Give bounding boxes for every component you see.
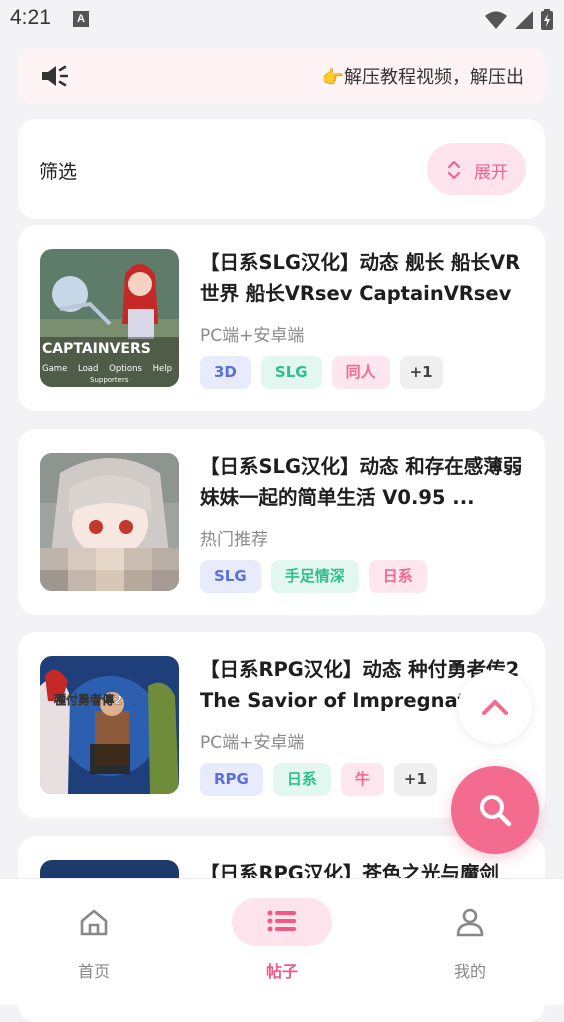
post-card[interactable]: 【日系SLG汉化】动态 和存在感薄弱妹妹一起的简单生活 V0.95 ... 热门… [18, 429, 545, 615]
expand-label: 展开 [474, 163, 508, 183]
status-time: 4:21 [10, 6, 51, 29]
post-thumbnail[interactable]: CAPTAINVERS Game Load Options Help Suppo… [40, 249, 179, 387]
tag[interactable]: 手足情深 [270, 560, 359, 593]
tag[interactable]: SLG [200, 560, 261, 593]
post-subtitle: PC端+安卓端 [200, 326, 305, 346]
post-title[interactable]: 【日系SLG汉化】动态 舰长 船长VR世界 船长VRsev CaptainVRs… [200, 247, 525, 309]
tag-list: RPG 日系 牛 +1 [200, 763, 437, 796]
expand-vertical-icon [447, 160, 461, 180]
home-icon [80, 909, 108, 936]
tag[interactable]: 牛 [340, 763, 384, 796]
tag-list: SLG 手足情深 日系 [200, 560, 427, 593]
post-subtitle: 热门推荐 [200, 530, 268, 550]
nav-item-posts[interactable]: 帖子 [188, 879, 376, 1005]
tag[interactable]: 同人 [331, 356, 390, 389]
tag[interactable]: 日系 [272, 763, 331, 796]
tag[interactable]: 3D [200, 356, 251, 389]
nav-label-home: 首页 [77, 962, 110, 981]
status-bar: 4:21 A [0, 0, 564, 38]
expand-button[interactable]: 展开 [427, 143, 526, 195]
user-icon [456, 908, 484, 937]
more-tags-badge[interactable]: +1 [399, 356, 443, 389]
notice-text: 👉解压教程视频，解压出 [321, 67, 524, 88]
tag[interactable]: 日系 [368, 560, 427, 593]
scroll-top-button[interactable] [458, 670, 532, 744]
thumbnail-sub-text: Supporters [90, 376, 129, 384]
wifi-icon [485, 11, 507, 29]
post-thumbnail[interactable] [40, 453, 179, 591]
filter-title: 筛选 [39, 161, 78, 183]
status-icons [484, 9, 554, 31]
battery-icon [541, 9, 553, 30]
filter-card: 筛选 展开 [18, 119, 545, 219]
bottom-nav: 首页 帖子 我的 [0, 878, 564, 1005]
signal-icon [515, 11, 533, 29]
nav-item-home[interactable]: 首页 [0, 879, 188, 1005]
nav-label-profile: 我的 [453, 962, 486, 981]
list-icon [267, 910, 296, 932]
search-icon [480, 795, 512, 827]
tag-list: 3D SLG 同人 +1 [200, 356, 443, 389]
search-button[interactable] [451, 766, 539, 854]
speaker-icon [42, 65, 68, 87]
chevron-up-icon [482, 700, 508, 715]
post-title[interactable]: 【日系SLG汉化】动态 和存在感薄弱妹妹一起的简单生活 V0.95 ... [200, 451, 525, 513]
tag[interactable]: RPG [200, 763, 263, 796]
nav-label-posts: 帖子 [265, 962, 298, 981]
thumbnail-logo-text: CAPTAINVERS [42, 341, 151, 357]
post-card[interactable]: CAPTAINVERS Game Load Options Help Suppo… [18, 225, 545, 411]
thumbnail-logo-text: 種付勇者傳2 [54, 692, 122, 707]
nav-item-profile[interactable]: 我的 [376, 879, 564, 1005]
post-thumbnail[interactable]: 種付勇者傳2 [40, 656, 179, 794]
tag[interactable]: SLG [260, 356, 322, 389]
more-tags-badge[interactable]: +1 [393, 763, 437, 796]
notice-bar[interactable]: 👉解压教程视频，解压出 [18, 48, 546, 104]
notification-badge-icon: A [73, 11, 89, 27]
post-subtitle: PC端+安卓端 [200, 733, 305, 753]
